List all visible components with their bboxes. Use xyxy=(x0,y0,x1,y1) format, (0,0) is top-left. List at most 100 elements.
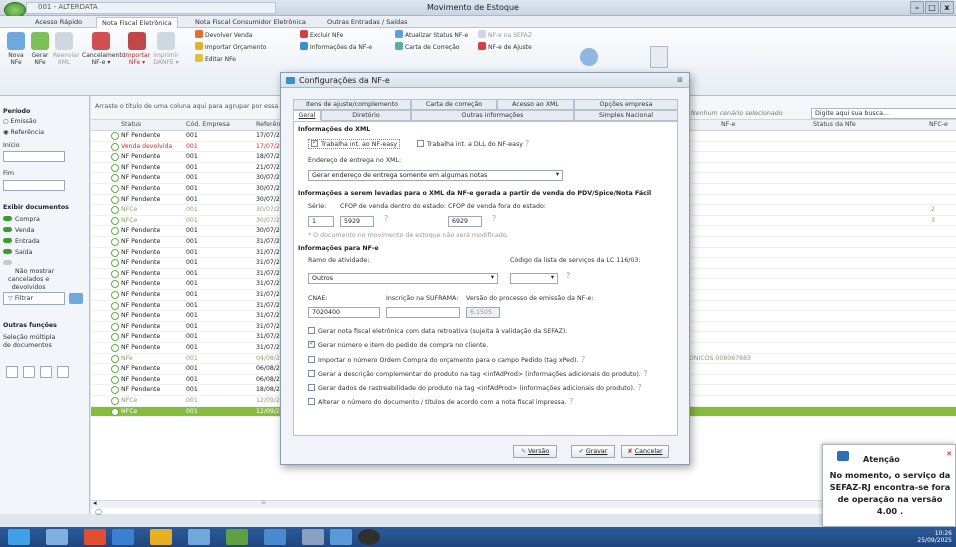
minimize-button[interactable]: – xyxy=(910,1,924,14)
tab-itens-ajuste[interactable]: Itens de ajuste/complemento xyxy=(293,99,411,110)
tab-diretorio[interactable]: Diretório xyxy=(321,110,411,121)
checkbox-option[interactable]: Importar o número Ordem Compra do orçame… xyxy=(308,355,585,364)
card-view-icon[interactable] xyxy=(40,366,52,378)
checkbox-nfeasy[interactable]: Trabalha int. ao NF-easy xyxy=(308,138,401,149)
fim-field[interactable] xyxy=(3,180,65,192)
importar-orcamento-button[interactable]: Importar Orçamento xyxy=(195,42,266,52)
tab-carta-correcao[interactable]: Carta de correção xyxy=(411,99,497,110)
alterdata-icon[interactable] xyxy=(226,529,248,545)
app5-icon[interactable] xyxy=(358,529,380,545)
inicio-field[interactable] xyxy=(3,151,65,163)
app3-icon[interactable] xyxy=(302,529,324,545)
toggle-entrada[interactable]: Entrada xyxy=(3,238,40,245)
favorite-filter-icon[interactable] xyxy=(69,293,83,304)
cnae-input[interactable]: 7020400 xyxy=(308,307,380,318)
maximize-button[interactable]: □ xyxy=(925,1,939,14)
help-icon[interactable]: ? xyxy=(492,214,496,223)
col-status[interactable]: Status xyxy=(121,121,141,128)
inicio-input[interactable] xyxy=(3,151,65,162)
tab-nota-fiscal-consumidor[interactable]: Nota Fiscal Consumidor Eletrônica xyxy=(190,17,311,28)
folder-icon[interactable] xyxy=(188,529,210,545)
nova-nfe-button[interactable]: Nova NFe xyxy=(5,32,27,66)
excluir-nfe-button[interactable]: Excluir NFe xyxy=(300,30,343,40)
gerar-nfe-button[interactable]: Gerar NFe xyxy=(29,32,51,66)
ramo-select[interactable]: Outros ▾ xyxy=(308,273,498,284)
toast-close-icon[interactable]: ✕ xyxy=(946,450,952,458)
app4-icon[interactable] xyxy=(330,529,352,545)
table-view-icon[interactable] xyxy=(57,366,69,378)
toggle-saida[interactable]: Saída xyxy=(3,249,32,256)
checkbox-option[interactable]: Gerar nota fiscal eletrônica com data re… xyxy=(308,327,567,335)
scroll-thumb[interactable]: ≡ xyxy=(261,499,266,506)
help-icon[interactable]: ? xyxy=(384,214,388,223)
checkbox-dll[interactable]: Trabalha int. a DLL do NF-easy ? xyxy=(417,139,529,148)
help-icon[interactable]: ? xyxy=(641,369,647,378)
help-icon[interactable]: ? xyxy=(567,397,573,406)
close-button[interactable]: x xyxy=(940,1,954,14)
reenviar-xml-button[interactable]: Reenviar XML xyxy=(53,32,79,66)
tab-geral[interactable]: Geral xyxy=(293,110,321,121)
app-icon[interactable] xyxy=(112,529,134,545)
tab-outras-informacoes[interactable]: Outras informações xyxy=(411,110,574,121)
tab-opcoes-empresa[interactable]: Opções empresa xyxy=(574,99,678,110)
app2-icon[interactable] xyxy=(264,529,286,545)
codigo-servico-select[interactable]: ▾ xyxy=(510,273,558,284)
tab-acesso-rapido[interactable]: Acesso Rápido xyxy=(30,17,87,28)
explorer-icon[interactable] xyxy=(46,529,68,545)
dialog-close-button[interactable]: ⊠ xyxy=(677,76,683,84)
xml-file-icon[interactable] xyxy=(650,46,668,68)
toggle-compra[interactable]: Compra xyxy=(3,216,40,223)
cancelar-button[interactable]: ✘ Cancelar xyxy=(621,445,669,458)
firefox-icon[interactable] xyxy=(84,529,106,545)
cancelamento-nfe-button[interactable]: Cancelamento NF-e ▾ xyxy=(82,32,125,66)
cfop-dentro-input[interactable]: 5929 xyxy=(340,216,374,227)
tab-nota-fiscal-eletronica[interactable]: Nota Fiscal Eletrônica xyxy=(96,17,178,28)
grid-view-icon[interactable] xyxy=(6,366,18,378)
col-status-nfe[interactable]: Status da Nfe xyxy=(813,121,856,128)
atualizar-status-button[interactable]: Atualizar Status NF-e xyxy=(395,30,468,40)
checkbox-option[interactable]: Gerar dados de rastreabilidade do produt… xyxy=(308,383,642,392)
toggle-nao-mostrar[interactable]: Não mostrar cancelados e devolvidos xyxy=(3,260,54,292)
col-nfce[interactable]: NFC-e xyxy=(929,121,948,128)
checkbox-option[interactable]: Alterar o número do documento / títulos … xyxy=(308,397,573,406)
suframa-input[interactable] xyxy=(386,307,460,318)
tab-simples-nacional[interactable]: Simples Nacional xyxy=(574,110,678,121)
informacoes-nfe-button[interactable]: Informações da NF-e xyxy=(300,42,372,52)
help-icon[interactable]: ? xyxy=(635,383,642,392)
toggle-venda[interactable]: Venda xyxy=(3,227,35,234)
chrome-icon[interactable] xyxy=(150,529,172,545)
devolver-venda-button[interactable]: Devolver Venda xyxy=(195,30,252,40)
help-icon[interactable]: ? xyxy=(578,355,585,364)
help-icon[interactable]: ? xyxy=(525,139,529,148)
tab-acesso-xml[interactable]: Acesso ao XML xyxy=(497,99,574,110)
start-icon[interactable] xyxy=(8,529,30,545)
serie-input[interactable]: 1 xyxy=(308,216,334,227)
fim-input[interactable] xyxy=(3,180,65,191)
radio-referencia[interactable]: ◉ Referência xyxy=(3,129,44,136)
help-icon[interactable]: ? xyxy=(566,271,570,280)
editar-nfe-button[interactable]: Editar NFe xyxy=(195,54,236,64)
list-view-icon[interactable] xyxy=(23,366,35,378)
col-cod-empresa[interactable]: Cód. Empresa xyxy=(186,121,230,128)
scroll-left-icon[interactable]: ◂ xyxy=(93,499,97,507)
radio-emissao[interactable]: ○ Emissão xyxy=(3,118,37,125)
search-input[interactable]: Digite aqui sua busca... xyxy=(811,108,956,119)
imprimir-danfe-button[interactable]: Imprimir DANFE ▾ xyxy=(152,32,180,66)
contact-icon[interactable] xyxy=(580,48,598,66)
checkbox-option[interactable]: Gerar número e item do pedido de compra … xyxy=(308,339,488,349)
endereco-select[interactable]: Gerar endereço de entrega somente em alg… xyxy=(308,170,563,181)
gravar-button[interactable]: ✔ Gravar xyxy=(571,445,615,458)
system-clock[interactable]: 10:26 25/09/2025 xyxy=(917,530,952,544)
importar-nfe-button[interactable]: Importar NFe ▾ xyxy=(124,32,150,66)
cfop-fora-input[interactable]: 6929 xyxy=(448,216,482,227)
filtrar-button[interactable]: ▽ Filtrar xyxy=(3,292,65,305)
carta-correcao-button[interactable]: Carta de Correção xyxy=(395,42,460,52)
checkbox-option[interactable]: Gerar a descrição complementar do produt… xyxy=(308,369,648,378)
nfe-ajuste-button[interactable]: NF-e de Ajuste xyxy=(478,42,532,52)
selecao-multipla-button[interactable]: Seleção múltipla de documentos xyxy=(3,334,55,350)
versao-button[interactable]: ✎ Versão xyxy=(513,445,557,458)
tab-outras-entradas-saidas[interactable]: Outras Entradas / Saídas xyxy=(322,17,413,28)
add-row-icon[interactable]: ○ xyxy=(95,507,102,516)
col-nfe[interactable]: NF-e xyxy=(721,121,735,128)
col-referencia[interactable]: Referên xyxy=(256,121,280,128)
